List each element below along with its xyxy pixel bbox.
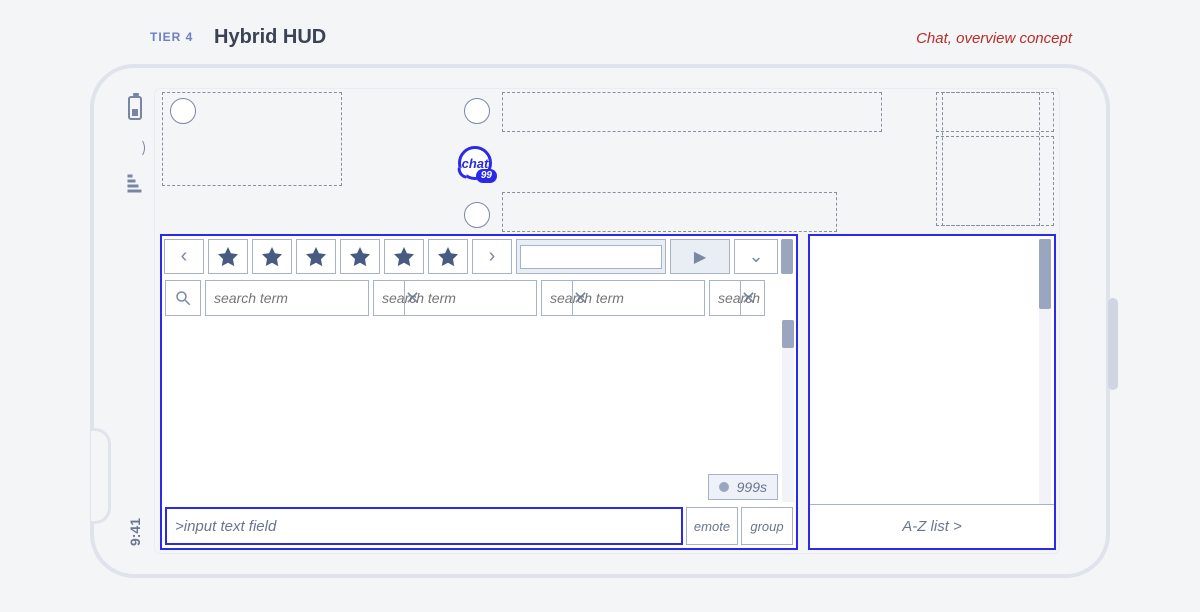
hud-slot-corner-top [936,92,1054,132]
wifi-icon: ⁀ [125,142,145,155]
hud-slot-bar-upper [502,92,882,132]
chat-channel-field[interactable] [516,239,666,274]
chat-fav-6[interactable] [428,239,468,274]
emote-button[interactable]: emote [686,507,738,545]
group-button[interactable]: group [741,507,793,545]
roster-panel: A-Z list > [808,234,1056,550]
chat-toggle-button[interactable]: chat 99 [458,146,492,180]
device-side-button [1108,298,1118,390]
device-notch [91,428,111,524]
hud-toggle-slot-1[interactable] [170,98,196,124]
roster-list [810,236,1039,504]
roster-az-toggle[interactable]: A-Z list > [810,504,1054,548]
chevron-down-icon: ⌄ [748,246,763,267]
chat-fav-3[interactable] [296,239,336,274]
hud-toggle-slot-2[interactable] [464,98,490,124]
chat-fav-4[interactable] [340,239,380,274]
chat-channel-dropdown[interactable]: ⌄ [734,239,778,274]
roster-scrollbar[interactable] [1039,239,1051,504]
hud-top-zone: chat 99 [162,92,1054,232]
status-time: 9:41 [127,518,143,546]
chevron-left-icon: ‹ [181,245,188,268]
typing-indicator: 999s [708,474,778,500]
search-pill-2: ✕ [373,280,537,316]
status-strip: ⁀ 9:41 [120,96,150,546]
search-input-overflow [710,281,796,315]
hud-toggle-slot-3[interactable] [464,202,490,228]
search-pill-3: ✕ [541,280,705,316]
chat-tab-scrollbar[interactable] [781,239,793,274]
chat-tab-prev[interactable]: ‹ [164,239,204,274]
chat-input[interactable]: >input text field [165,507,683,545]
chat-go-button[interactable]: ▶ [670,239,730,274]
device-frame: ⁀ 9:41 chat 99 ‹ [90,64,1110,578]
chat-fav-5[interactable] [384,239,424,274]
chat-fav-2[interactable] [252,239,292,274]
chat-panel: ‹ › ▶ ⌄ [160,234,798,550]
page-title: Hybrid HUD [214,26,326,49]
hud-slot-corner-low [936,136,1054,226]
play-icon: ▶ [694,247,706,267]
search-icon[interactable] [165,280,201,316]
tier-badge: TIER 4 [150,30,193,44]
chat-fav-1[interactable] [208,239,248,274]
typing-dot-icon [719,482,729,492]
battery-icon [128,96,142,120]
signal-icon [128,175,143,193]
chat-unread-badge: 99 [476,169,497,183]
chevron-right-icon: › [489,245,496,268]
chat-scrollbar[interactable] [782,320,794,502]
chat-log: 999s [162,318,782,504]
search-pill-1: ✕ [205,280,369,316]
hud-slot-bar-lower [502,192,837,232]
concept-tag: Chat, overview concept [916,30,1072,47]
chat-tab-next[interactable]: › [472,239,512,274]
typing-label: 999s [737,479,767,495]
search-pill-overflow [709,280,765,316]
